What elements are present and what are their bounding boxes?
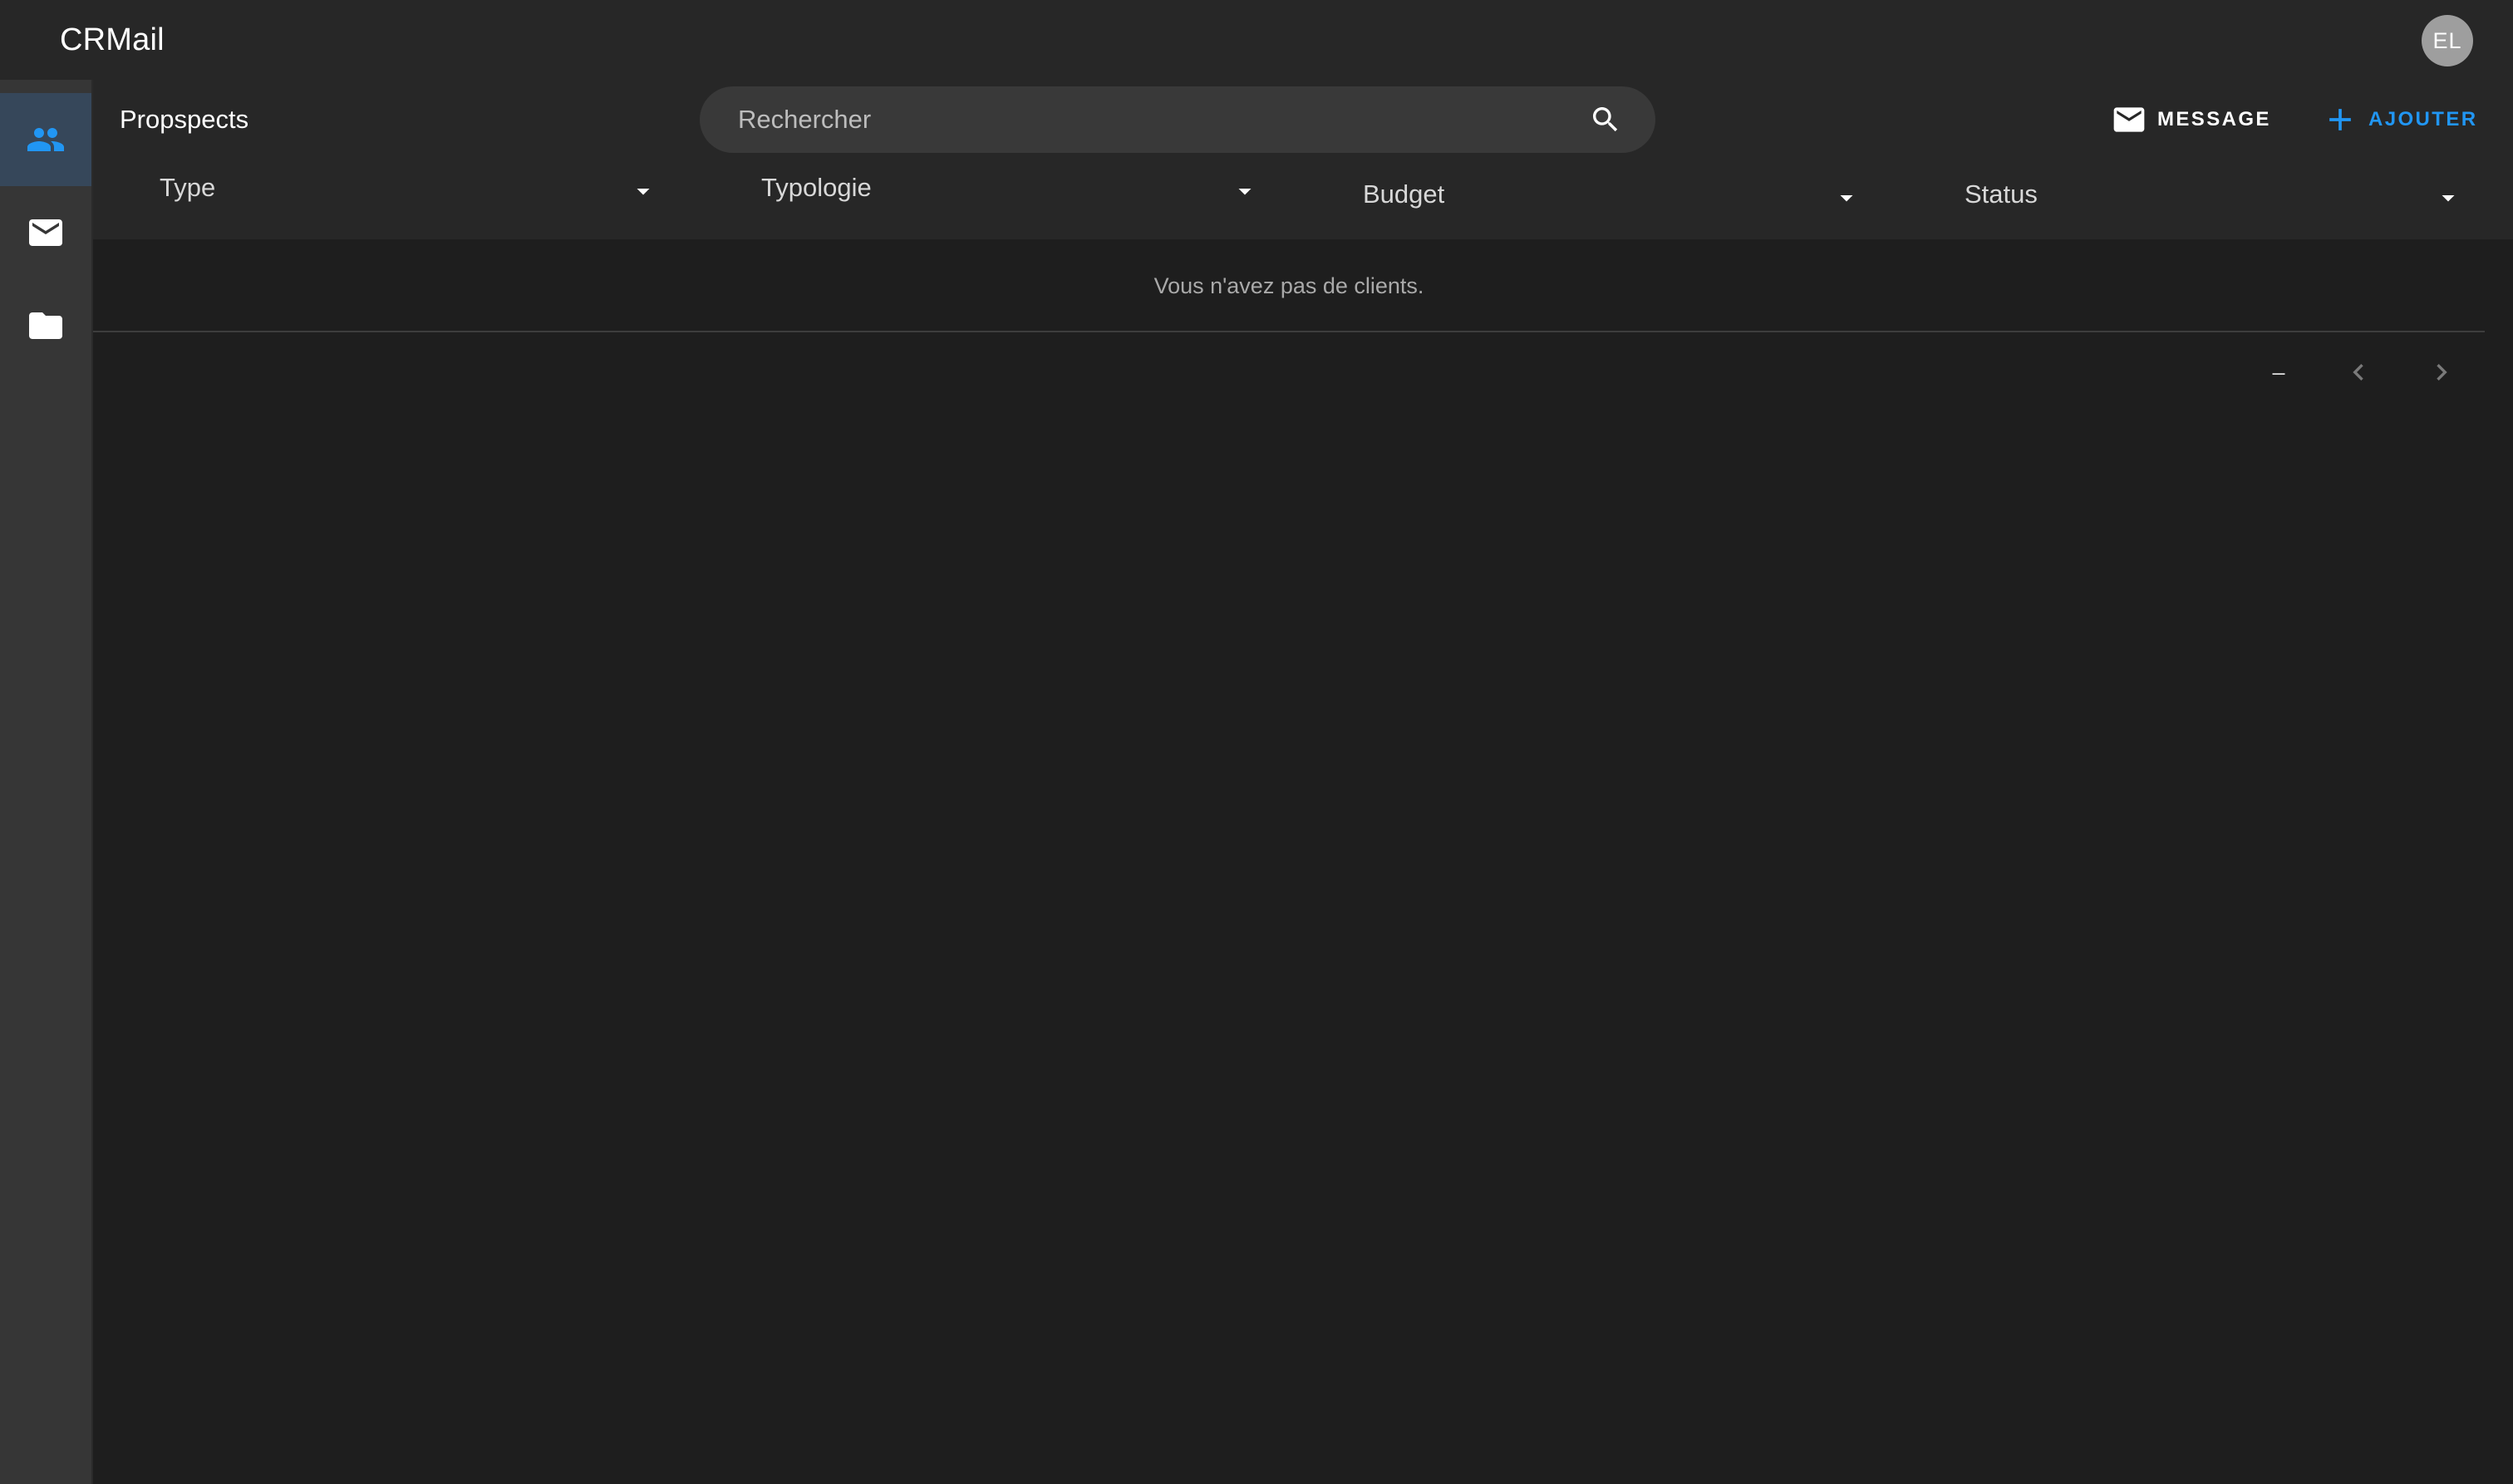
mail-icon (29, 219, 62, 246)
next-page-button[interactable] (2418, 349, 2465, 396)
main-content: Propspects MESSAGE AJOUTER Type Typologi… (93, 80, 2513, 1484)
previous-page-button[interactable] (2335, 349, 2382, 396)
folder-icon (29, 312, 62, 339)
sidebar-item-messages[interactable] (0, 186, 91, 279)
dropdown-arrow-icon (1238, 189, 1252, 195)
search-icon[interactable] (1589, 103, 1622, 136)
sidebar-item-prospects[interactable] (0, 93, 91, 186)
people-icon (27, 128, 64, 151)
dropdown-arrow-icon (2442, 195, 2455, 202)
sidebar-item-files[interactable] (0, 279, 91, 372)
filter-budget-label: Budget (1363, 179, 1445, 209)
app-title: CRMail (60, 22, 165, 57)
filter-typologie-label: Typologie (761, 173, 872, 202)
page-range: – (2272, 360, 2285, 385)
message-button-label: MESSAGE (2157, 108, 2271, 130)
chevron-right-icon (2437, 364, 2447, 381)
add-button-label: AJOUTER (2368, 108, 2478, 130)
dropdown-arrow-icon (1840, 195, 1853, 202)
user-avatar[interactable]: EL (2422, 15, 2473, 66)
empty-table-message: Vous n'avez pas de clients. (93, 239, 2485, 332)
mail-icon (2113, 107, 2145, 132)
filter-budget[interactable]: Budget (1363, 176, 1861, 226)
filter-status-label: Status (1965, 179, 2038, 209)
add-button[interactable]: AJOUTER (2322, 96, 2477, 143)
search-input[interactable] (738, 101, 1536, 138)
filter-type-label: Type (160, 173, 216, 202)
filter-status[interactable]: Status (1965, 176, 2463, 226)
message-button[interactable]: MESSAGE (2111, 96, 2271, 143)
search-bar (700, 86, 1655, 153)
toolbar: Propspects MESSAGE AJOUTER Type Typologi… (93, 80, 2513, 239)
filter-typologie[interactable]: Typologie (761, 170, 1260, 219)
plus-icon (2329, 109, 2351, 130)
filter-type[interactable]: Type (160, 170, 658, 219)
app-bar: CRMail EL (0, 0, 2513, 80)
dropdown-arrow-icon (637, 189, 650, 195)
sidebar (0, 80, 93, 1484)
page-title: Propspects (120, 105, 249, 134)
chevron-left-icon (2353, 364, 2363, 381)
